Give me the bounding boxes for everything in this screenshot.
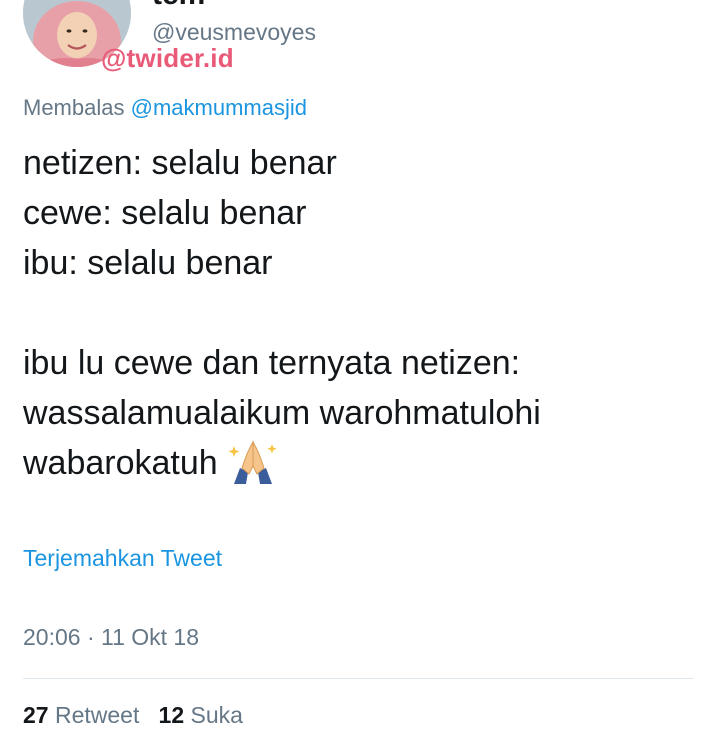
likes-count[interactable]: 12 — [159, 702, 185, 728]
divider — [23, 678, 694, 679]
translate-tweet-link[interactable]: Terjemahkan Tweet — [23, 543, 222, 573]
tweet-line: netizen: selalu benar — [23, 144, 337, 182]
tweet-line: ibu lu cewe dan ternyata netizen: — [23, 344, 521, 382]
tweet-detail: tem @veusmevoyes @twider.id Membalas @ma… — [0, 0, 714, 728]
tweet-text: netizen: selalu benar cewe: selalu benar… — [23, 138, 693, 488]
tweet-last-line: wabarokatuh — [23, 438, 693, 488]
likes-label[interactable]: Suka — [191, 702, 243, 728]
retweets-count[interactable]: 27 — [23, 702, 49, 728]
user-handle[interactable]: @veusmevoyes — [152, 18, 316, 46]
tweet-timestamp[interactable]: 20:06 · 11 Okt 18 — [23, 622, 199, 652]
tweet-stats: 27 Retweet 12 Suka — [23, 700, 243, 730]
tweet-line: wassalamualaikum warohmatulohi — [23, 394, 541, 432]
folded-hands-icon — [228, 438, 278, 485]
display-name[interactable]: tem — [152, 0, 205, 12]
tweet-line: wabarokatuh — [23, 444, 218, 482]
watermark: @twider.id — [101, 43, 234, 73]
tweet-line: cewe: selalu benar — [23, 194, 307, 232]
retweets-label[interactable]: Retweet — [55, 702, 139, 728]
reply-context: Membalas @makmummasjid — [23, 94, 307, 122]
tweet-line: ibu: selalu benar — [23, 244, 273, 282]
reply-mention-link[interactable]: @makmummasjid — [131, 95, 307, 120]
reply-prefix: Membalas — [23, 95, 125, 120]
